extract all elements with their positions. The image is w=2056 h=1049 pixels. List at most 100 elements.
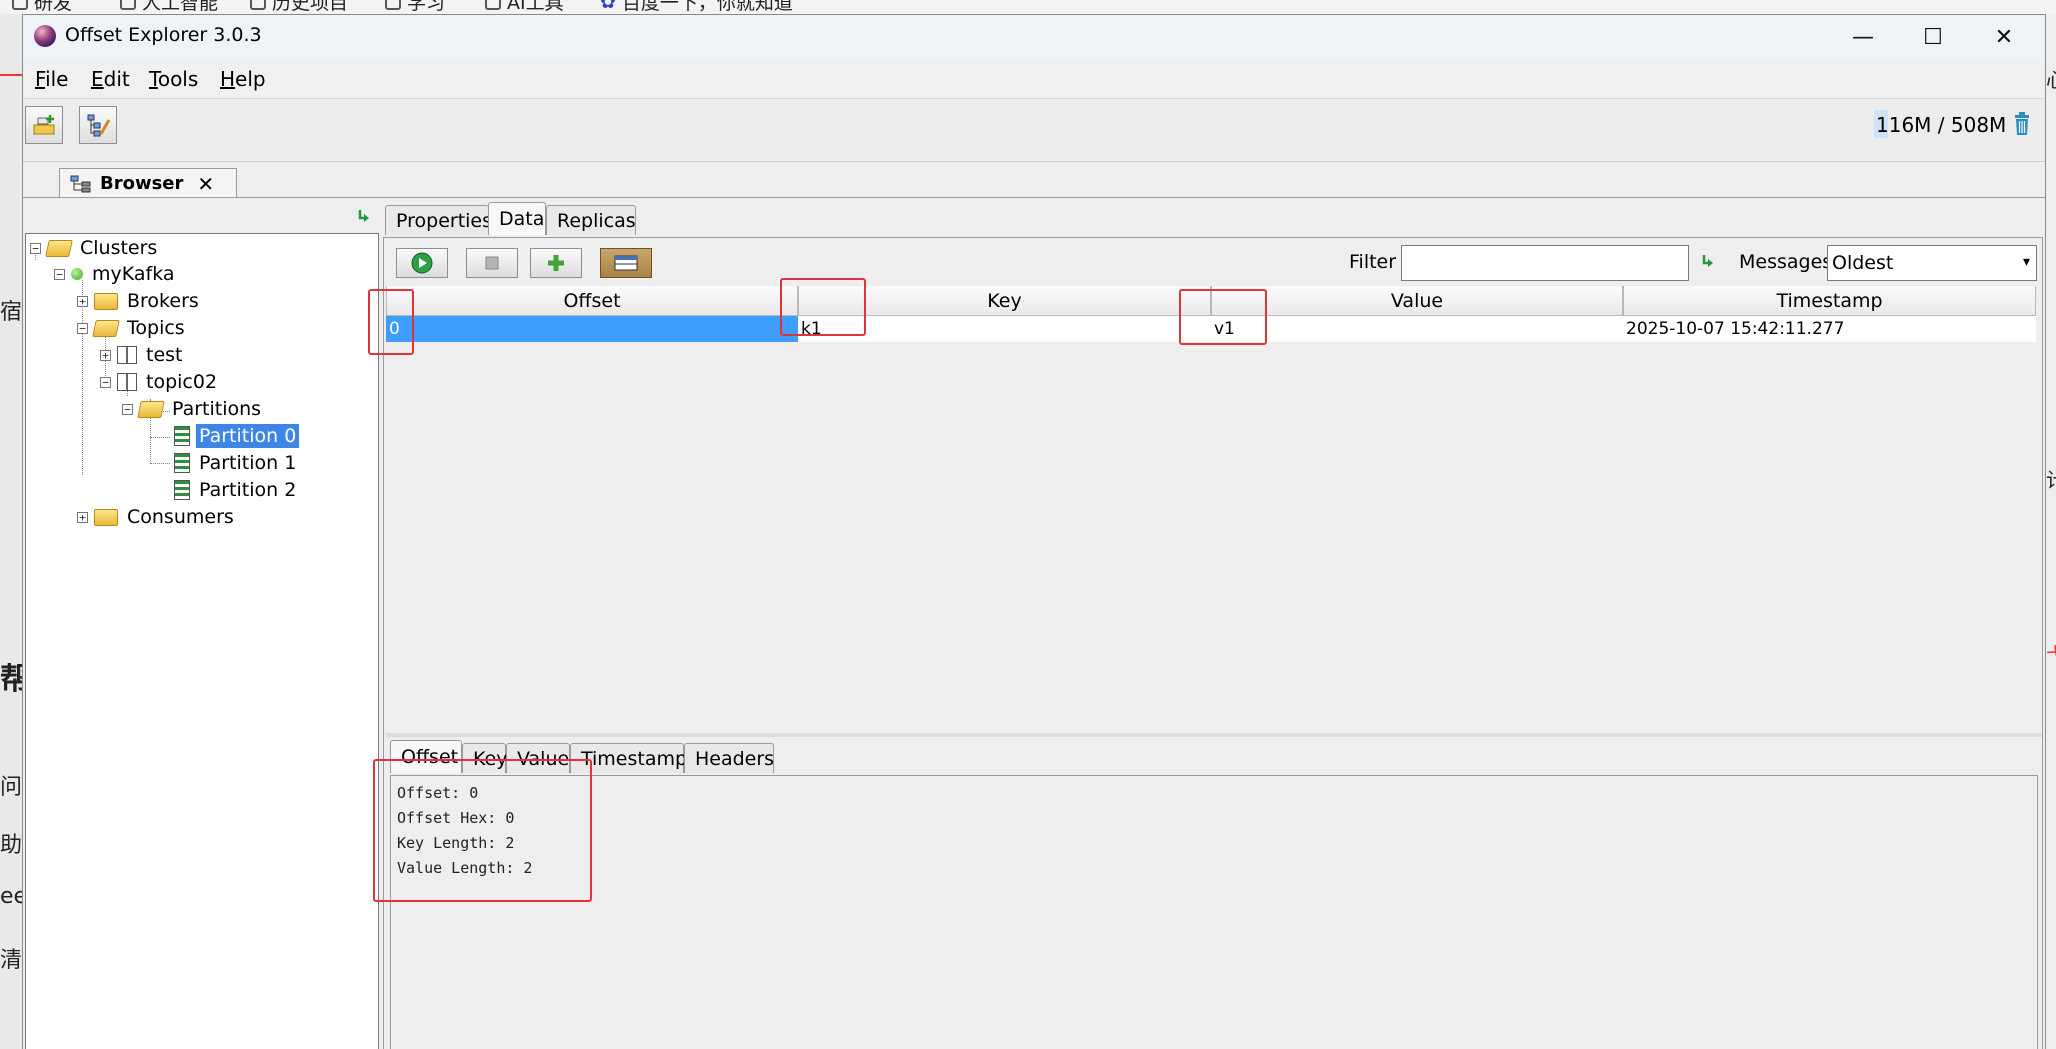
bookmark-item[interactable]: AI工具 bbox=[485, 0, 564, 14]
menu-tools[interactable]: Tools bbox=[149, 67, 198, 91]
tree-node-label: Brokers bbox=[127, 290, 199, 312]
folder-open-icon bbox=[45, 239, 73, 257]
add-cluster-icon bbox=[33, 115, 55, 135]
add-message-button[interactable] bbox=[530, 248, 582, 278]
play-icon bbox=[411, 252, 433, 274]
background-text: 问题 bbox=[0, 775, 22, 800]
tab-browser-label: Browser bbox=[100, 173, 184, 194]
tab-browser[interactable]: Browser ✕ bbox=[59, 168, 237, 198]
collapse-toggle[interactable]: − bbox=[77, 322, 88, 334]
tree-edit-icon bbox=[87, 114, 111, 137]
tree-node-label: Clusters bbox=[80, 237, 158, 259]
topic-book-icon bbox=[117, 373, 137, 391]
tree-node-label: Partitions bbox=[172, 398, 262, 420]
close-button[interactable]: ✕ bbox=[1969, 15, 2039, 59]
collapse-toggle[interactable]: − bbox=[30, 242, 41, 254]
folder-open-icon bbox=[137, 400, 165, 418]
expand-toggle[interactable]: + bbox=[77, 511, 88, 523]
messages-select[interactable]: Oldest ▾ bbox=[1827, 245, 2037, 281]
splitter-handle[interactable] bbox=[386, 733, 2042, 737]
data-panel: Filter Messages Oldest ▾ Offset Key Valu… bbox=[383, 237, 2043, 1049]
filter-input[interactable] bbox=[1401, 245, 1689, 281]
background-text: 计 bbox=[2046, 464, 2056, 493]
tree-node-partition-0[interactable]: Partition 0 bbox=[174, 423, 300, 449]
tree-node-label: myKafka bbox=[92, 263, 175, 285]
window-title: Offset Explorer 3.0.3 bbox=[65, 24, 262, 46]
menu-file[interactable]: File bbox=[35, 67, 68, 91]
folder-icon bbox=[94, 292, 118, 310]
view-toggle-button[interactable] bbox=[600, 248, 652, 278]
run-button[interactable] bbox=[396, 248, 448, 278]
stop-button[interactable] bbox=[466, 248, 518, 278]
memory-usage-text: 116M / 508M bbox=[1876, 113, 2007, 137]
column-header-timestamp[interactable]: Timestamp bbox=[1623, 286, 2036, 316]
tab-divider bbox=[23, 197, 2045, 198]
tree-node-partition-2[interactable]: Partition 2 bbox=[174, 477, 299, 503]
folder-icon bbox=[94, 508, 118, 526]
background-text: 弋 bbox=[2046, 639, 2056, 668]
background-page-right-edge: 心 计 弋 bbox=[2046, 14, 2056, 1049]
minimize-button[interactable]: — bbox=[1828, 15, 1898, 59]
column-header-offset[interactable]: Offset bbox=[386, 286, 798, 316]
folder-icon bbox=[385, 0, 401, 10]
tree-refresh-button[interactable] bbox=[355, 207, 375, 231]
tree-node-topic-topic02[interactable]: − topic02 bbox=[100, 369, 220, 395]
add-cluster-button[interactable] bbox=[25, 106, 63, 144]
close-tab-icon[interactable]: ✕ bbox=[197, 172, 214, 196]
menu-help[interactable]: Help bbox=[220, 67, 266, 91]
apply-filter-button[interactable] bbox=[1699, 252, 1719, 276]
column-header-value[interactable]: Value bbox=[1211, 286, 1623, 316]
annotation-box-detail bbox=[373, 759, 592, 902]
connected-status-icon bbox=[71, 268, 83, 280]
collapse-toggle[interactable]: − bbox=[54, 268, 65, 280]
expand-toggle[interactable]: + bbox=[100, 349, 111, 361]
table-view-icon bbox=[614, 255, 638, 271]
topic-book-icon bbox=[117, 346, 137, 364]
collapse-toggle[interactable]: − bbox=[100, 376, 111, 388]
tree-node-partition-1[interactable]: Partition 1 bbox=[174, 450, 299, 476]
folder-icon bbox=[250, 0, 266, 10]
filter-label: Filter bbox=[1349, 251, 1397, 273]
maximize-button[interactable]: ☐ bbox=[1898, 15, 1968, 59]
cell-offset[interactable]: 0 bbox=[386, 316, 798, 342]
collapse-toggle[interactable]: − bbox=[122, 403, 133, 415]
folder-icon bbox=[120, 0, 136, 10]
message-detail-text[interactable]: Offset: 0 Offset Hex: 0 Key Length: 2 Va… bbox=[390, 775, 2038, 1049]
partition-icon bbox=[174, 426, 190, 446]
tree-node-brokers[interactable]: + Brokers bbox=[77, 288, 202, 314]
tab-properties[interactable]: Properties bbox=[385, 205, 492, 235]
tab-detail-headers[interactable]: Headers bbox=[684, 743, 774, 773]
tree-node-label: test bbox=[146, 344, 183, 366]
tree-node-topic-test[interactable]: + test bbox=[100, 342, 186, 368]
annotation-box-value bbox=[1179, 289, 1267, 345]
background-text: 清 bbox=[0, 948, 22, 973]
expand-toggle[interactable]: + bbox=[77, 295, 88, 307]
tab-replicas[interactable]: Replicas bbox=[546, 205, 636, 235]
messages-table: Offset Key Value Timestamp 0 k1 v1 2025-… bbox=[386, 286, 2042, 728]
annotation-box-key bbox=[780, 278, 866, 336]
messages-selected-value: Oldest bbox=[1832, 252, 1894, 274]
edit-settings-button[interactable] bbox=[79, 106, 117, 144]
tree-node-label: Partition 2 bbox=[199, 479, 297, 501]
bookmark-item[interactable]: 研发 bbox=[12, 0, 72, 14]
tree-node-consumers[interactable]: + Consumers bbox=[77, 504, 237, 530]
partition-icon bbox=[174, 453, 190, 473]
tree-node-label: Partition 0 bbox=[196, 424, 300, 448]
bookmark-item[interactable]: ✿ 百度一下，你就知道 bbox=[600, 0, 793, 14]
background-page-left-edge: 宿 帮 问题 助 ee 清 bbox=[0, 14, 22, 1049]
tab-data[interactable]: Data bbox=[488, 202, 546, 235]
garbage-collect-button[interactable] bbox=[2008, 110, 2038, 140]
menu-edit[interactable]: Edit bbox=[91, 67, 130, 91]
tree-node-clusters[interactable]: − Clusters bbox=[30, 235, 160, 261]
tree-node-cluster-mykafka[interactable]: − myKafka bbox=[54, 261, 178, 287]
annotation-box-offset bbox=[368, 289, 414, 355]
bookmark-item[interactable]: 人工智能 bbox=[120, 0, 218, 14]
folder-icon bbox=[12, 0, 28, 10]
cell-timestamp[interactable]: 2025-10-07 15:42:11.277 bbox=[1623, 316, 2036, 342]
bookmark-item[interactable]: 历史项目 bbox=[250, 0, 348, 14]
bookmark-item[interactable]: 学习 bbox=[385, 0, 445, 14]
tree-node-partitions[interactable]: − Partitions bbox=[122, 396, 264, 422]
tree-node-topics[interactable]: − Topics bbox=[77, 315, 188, 341]
green-arrow-down-icon bbox=[1702, 255, 1713, 267]
cell-value[interactable]: v1 bbox=[1211, 316, 1623, 342]
